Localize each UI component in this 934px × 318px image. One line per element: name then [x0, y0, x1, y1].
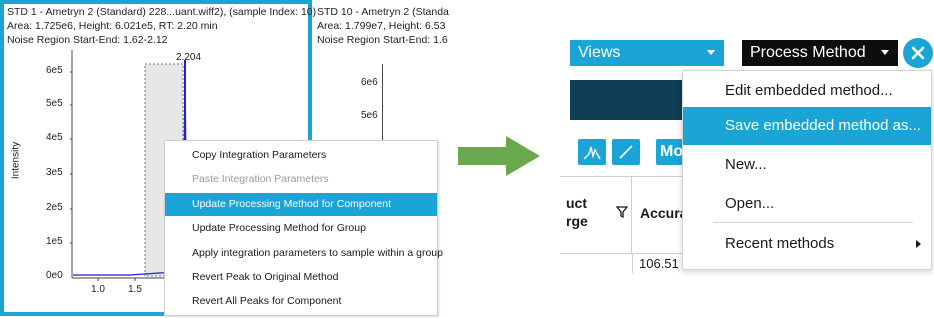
column-header-product-charge[interactable]: uct rge: [560, 177, 632, 253]
column-header-accuracy[interactable]: Accura: [632, 177, 682, 253]
process-method-menu: Edit embedded method... Save embedded me…: [682, 70, 932, 270]
peak-icon: [583, 146, 601, 160]
views-label: Views: [578, 44, 621, 61]
menu-update-processing-method-component[interactable]: Update Processing Method for Component: [165, 193, 437, 216]
views-dropdown[interactable]: Views: [570, 40, 724, 66]
header-band: [570, 80, 682, 120]
mode-button-label: Mo: [660, 143, 684, 160]
y-axis-label: Intensity: [10, 141, 22, 180]
left-screenshot: STD 1 - Ametryn 2 (Standard) 228...uant.…: [0, 0, 449, 318]
transition-arrow-icon: [458, 136, 540, 176]
x-tick: 1.5: [128, 284, 142, 295]
menu-recent-methods[interactable]: Recent methods: [683, 229, 931, 259]
x-tick: 1.0: [91, 284, 105, 295]
process-method-dropdown[interactable]: Process Method: [742, 40, 898, 66]
chart2-stats: Area: 1.799e7, Height: 6.53: [317, 20, 446, 32]
chart2-y-tick: 6e6: [361, 77, 378, 88]
menu-copy-integration-parameters[interactable]: Copy Integration Parameters: [165, 144, 437, 167]
menu-save-embedded-method-as[interactable]: Save embedded method as...: [683, 107, 931, 145]
menu-open[interactable]: Open...: [683, 189, 931, 219]
chevron-down-icon: [707, 50, 715, 55]
y-tick: 2e5: [46, 202, 63, 213]
chevron-down-icon: [881, 50, 889, 55]
menu-revert-all-peaks[interactable]: Revert All Peaks for Component: [165, 290, 437, 313]
menu-new[interactable]: New...: [683, 150, 931, 180]
menu-paste-integration-parameters[interactable]: Paste Integration Parameters: [165, 168, 437, 191]
y-tick: 5e5: [46, 98, 63, 109]
process-method-label: Process Method: [750, 44, 866, 61]
chart2-title: STD 10 - Ametryn 2 (Standa: [317, 6, 449, 18]
y-tick: 0e0: [46, 270, 63, 281]
y-tick: 3e5: [46, 167, 63, 178]
chart1-stats: Area: 1.725e6, Height: 6.021e5, RT: 2.20…: [7, 20, 218, 32]
y-tick: 6e5: [46, 65, 63, 76]
chart2-noise-region: Noise Region Start-End: 1.6: [317, 34, 448, 46]
menu-edit-embedded-method[interactable]: Edit embedded method...: [683, 77, 931, 105]
right-screenshot: Views Process Method Mo uct rge Accur 10…: [560, 0, 934, 318]
chart1-noise-region: Noise Region Start-End: 1.62-2.12: [7, 34, 168, 46]
peak-rt-label: 2.204: [176, 52, 202, 63]
menu-apply-integration-parameters-group[interactable]: Apply integration parameters to sample w…: [165, 242, 443, 265]
table-cell: 106.51: [632, 253, 682, 273]
table-cell-value: 106.51: [639, 256, 679, 271]
column-header-line-2: rge: [566, 213, 588, 229]
y-tick: 4e5: [46, 132, 63, 143]
chart2-y-axis-line: [382, 64, 383, 144]
column-header-accuracy-label: Accura: [640, 205, 682, 221]
context-menu: Copy Integration Parameters Paste Integr…: [164, 140, 443, 316]
diagonal-line-icon: [619, 145, 633, 159]
chart1-title: STD 1 - Ametryn 2 (Standard) 228...uant.…: [7, 6, 317, 18]
close-button[interactable]: [903, 38, 933, 68]
chart2-y-tick: 5e6: [361, 110, 378, 121]
menu-update-processing-method-group[interactable]: Update Processing Method for Group: [165, 217, 437, 240]
y-tick: 1e5: [46, 236, 63, 247]
column-header-line-1: uct: [566, 195, 587, 211]
chevron-right-icon: [916, 240, 921, 248]
filter-icon[interactable]: [616, 206, 628, 218]
menu-separator: [713, 222, 913, 223]
line-tool-button[interactable]: [612, 139, 640, 165]
peak-tool-button[interactable]: [578, 139, 606, 165]
menu-revert-peak[interactable]: Revert Peak to Original Method: [165, 266, 437, 289]
close-icon: [911, 46, 925, 60]
